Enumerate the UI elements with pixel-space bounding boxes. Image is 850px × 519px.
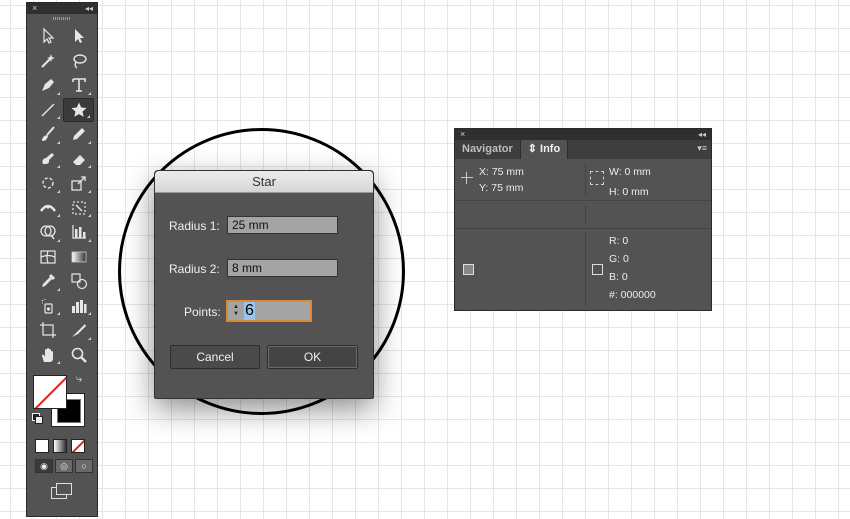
stepper-up-icon[interactable]: ▲ [233,304,239,311]
r-value: R: 0 [609,235,629,247]
fill-swatch[interactable] [33,375,67,409]
selection-tool-icon[interactable] [32,24,63,49]
fill-stroke-widget: ⤷ [27,371,97,433]
zoom-tool-icon[interactable] [63,343,94,368]
symbol-sprayer-tool-icon[interactable] [32,294,63,319]
blend-tool-icon[interactable] [63,269,94,294]
magic-wand-tool-icon[interactable] [32,49,63,74]
w-value: W: 0 mm [609,166,651,178]
pencil-tool-icon[interactable] [63,122,94,147]
tab-navigator[interactable]: Navigator [455,140,521,159]
collapse-icon[interactable]: ◂◂ [698,129,706,140]
draw-inside-icon[interactable]: ○ [75,459,93,473]
width-tool-icon[interactable] [32,196,63,221]
type-tool-icon[interactable] [63,73,94,98]
x-value: X: 75 mm [479,166,524,178]
empty-info-row [455,201,711,229]
tab-info[interactable]: ⇕ Info [520,140,569,159]
scale-tool-icon[interactable] [63,171,94,196]
cancel-button[interactable]: Cancel [170,345,260,369]
line-segment-tool-icon[interactable] [32,98,63,123]
pen-tool-icon[interactable] [32,73,63,98]
position-size-row: X: 75 mm Y: 75 mm W: 0 mm H: 0 mm [455,159,711,201]
shape-builder-tool-icon[interactable] [32,220,63,245]
dimensions-icon [590,171,604,185]
slice-tool-icon[interactable] [63,318,94,343]
draw-normal-icon[interactable]: ◉ [35,459,53,473]
column-graph-tool-icon[interactable] [63,294,94,319]
hand-tool-icon[interactable] [32,343,63,368]
stroke-indicator-icon [592,264,603,275]
ok-button[interactable]: OK [267,345,358,369]
crosshair-icon [461,172,473,184]
points-label: Points: [184,305,221,319]
radius1-label: Radius 1: [169,219,220,233]
star-dialog: Star Radius 1: Radius 2: Points: ▲ ▼ 6 C… [154,170,374,399]
direct-selection-tool-icon[interactable] [63,24,94,49]
mesh-tool-icon[interactable] [32,245,63,270]
graph-tool-icon[interactable] [63,220,94,245]
info-panel-titlebar: × ◂◂ [455,129,711,140]
radius2-input[interactable] [227,259,338,277]
panel-grip[interactable] [27,14,97,24]
rotate-tool-icon[interactable] [32,171,63,196]
blob-brush-tool-icon[interactable] [32,147,63,172]
color-mode-icon[interactable] [35,439,49,453]
fill-indicator-icon [463,264,474,275]
gradient-tool-icon[interactable] [63,245,94,270]
paintbrush-tool-icon[interactable] [32,122,63,147]
hex-value: #: 000000 [609,289,656,301]
points-field[interactable]: ▲ ▼ 6 [227,301,311,321]
radius2-label: Radius 2: [169,262,220,276]
info-panel: × ◂◂ Navigator ⇕ Info ▾≡ X: 75 mm Y: 75 … [454,128,712,311]
free-transform-tool-icon[interactable] [63,196,94,221]
swap-fill-stroke-icon[interactable]: ⤷ [76,373,82,386]
panel-menu-icon[interactable]: ▾≡ [697,144,707,153]
color-info-row: R: 0 G: 0 B: 0 #: 000000 [455,229,711,309]
tools-panel: × ◂◂ ⤷ ◉ ◎ ○ [26,2,98,517]
b-value: B: 0 [609,271,628,283]
close-icon[interactable]: × [32,3,37,14]
panel-tabbar: Navigator ⇕ Info ▾≡ [455,140,711,159]
none-mode-icon[interactable] [71,439,85,453]
color-mode-row [27,439,97,453]
points-stepper[interactable]: ▲ ▼ [228,302,244,320]
h-value: H: 0 mm [609,186,649,198]
eyedropper-tool-icon[interactable] [32,269,63,294]
y-value: Y: 75 mm [479,182,524,194]
draw-behind-icon[interactable]: ◎ [55,459,73,473]
radius1-input[interactable] [227,216,338,234]
artboard-tool-icon[interactable] [32,318,63,343]
collapse-icon[interactable]: ◂◂ [85,3,93,14]
points-input[interactable]: 6 [244,302,255,320]
default-fill-stroke-icon[interactable] [32,413,43,424]
g-value: G: 0 [609,253,629,265]
stepper-down-icon[interactable]: ▼ [233,311,239,318]
dialog-title[interactable]: Star [155,171,373,193]
tools-panel-titlebar: × ◂◂ [27,3,97,14]
close-icon[interactable]: × [460,129,465,140]
gradient-mode-icon[interactable] [53,439,67,453]
eraser-tool-icon[interactable] [63,147,94,172]
screen-mode-icon[interactable] [51,483,73,499]
drawing-mode-row: ◉ ◎ ○ [27,459,97,473]
star-tool-icon[interactable] [63,97,94,122]
lasso-tool-icon[interactable] [63,49,94,74]
